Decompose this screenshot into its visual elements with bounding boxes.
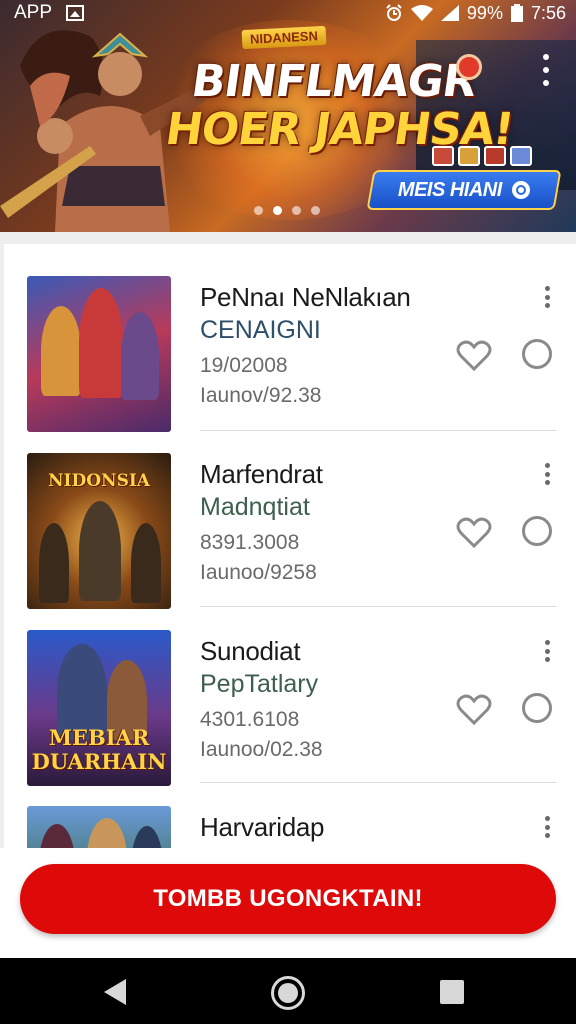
banner-overflow-menu-icon[interactable] bbox=[538, 54, 554, 86]
thumb-figure bbox=[39, 523, 69, 603]
item-title: Marfendrat bbox=[200, 459, 323, 489]
status-bar: APP 99% 7:56 bbox=[0, 0, 576, 26]
content-list[interactable]: PeNnaı NeNlakıan CENAIGNI 19/02008 Iauno… bbox=[0, 232, 576, 848]
item-meta-2: Iaunoo/9258 bbox=[200, 561, 317, 584]
item-subtitle: PepTatlary bbox=[200, 670, 319, 698]
map-pin-icon bbox=[456, 54, 482, 80]
image-notification-icon bbox=[66, 5, 85, 21]
character-thumb bbox=[510, 146, 532, 166]
list-item[interactable]: NIDONSIA Marfendrat Madnqtiat 8391.3008 … bbox=[4, 431, 576, 609]
select-circle-icon[interactable] bbox=[522, 516, 552, 546]
list-card: PeNnaı NeNlakıan CENAIGNI 19/02008 Iauno… bbox=[4, 244, 576, 848]
item-more-icon[interactable] bbox=[542, 286, 552, 308]
cell-signal-icon bbox=[440, 5, 459, 21]
search-icon bbox=[511, 181, 530, 199]
thumb-figure bbox=[87, 818, 127, 848]
carousel-dot[interactable] bbox=[311, 206, 320, 215]
item-thumbnail[interactable] bbox=[27, 806, 171, 848]
banner-cta-label: MEIS HIANI bbox=[398, 178, 502, 201]
status-app-label: APP bbox=[14, 2, 53, 23]
item-more-icon[interactable] bbox=[542, 816, 552, 838]
item-thumbnail[interactable]: NIDONSIA bbox=[27, 453, 171, 609]
banner-cta-button[interactable]: MEIS HIANI bbox=[366, 170, 562, 210]
character-thumb bbox=[484, 146, 506, 166]
item-title: Sunodiat bbox=[200, 636, 301, 666]
thumbnail-title: MEBIAR DUARHAIN bbox=[31, 725, 167, 774]
list-item[interactable]: MEBIAR DUARHAIN Sunodiat PepTatlary 4301… bbox=[4, 608, 576, 786]
item-subtitle: CENAIGNI bbox=[200, 316, 321, 344]
item-more-icon[interactable] bbox=[542, 463, 552, 485]
item-title: PeNnaı NeNlakıan bbox=[200, 282, 411, 312]
home-icon[interactable] bbox=[271, 976, 305, 1010]
heart-icon[interactable] bbox=[456, 340, 492, 372]
thumb-figure bbox=[79, 288, 123, 398]
divider bbox=[200, 606, 556, 607]
item-more-icon[interactable] bbox=[542, 640, 552, 662]
select-circle-icon[interactable] bbox=[522, 339, 552, 369]
thumb-figure bbox=[121, 312, 159, 400]
carousel-dot[interactable] bbox=[292, 206, 301, 215]
select-circle-icon[interactable] bbox=[522, 693, 552, 723]
clock: 7:56 bbox=[530, 2, 566, 23]
carousel-dots[interactable] bbox=[254, 206, 320, 215]
alarm-icon bbox=[386, 4, 402, 21]
list-item[interactable]: Harvaridap bbox=[4, 784, 576, 848]
item-meta-1: 4301.6108 bbox=[200, 708, 300, 731]
item-subtitle: Madnqtiat bbox=[200, 493, 310, 521]
item-meta-1: 8391.3008 bbox=[200, 531, 300, 554]
thumb-figure bbox=[41, 306, 81, 396]
character-thumb bbox=[432, 146, 454, 166]
thumb-figure bbox=[79, 501, 121, 601]
item-thumbnail[interactable]: MEBIAR DUARHAIN bbox=[27, 630, 171, 786]
back-icon[interactable] bbox=[104, 979, 126, 1005]
wifi-icon bbox=[410, 5, 433, 21]
banner-title-line1: BINFLMAGR bbox=[188, 56, 480, 107]
item-meta-1: 19/02008 bbox=[200, 354, 288, 377]
item-title: Harvaridap bbox=[200, 812, 325, 842]
item-meta-2: Iaunov/92.38 bbox=[200, 384, 322, 407]
character-thumb bbox=[458, 146, 480, 166]
item-thumbnail[interactable] bbox=[27, 276, 171, 432]
item-meta-2: Iaunoo/02.38 bbox=[200, 738, 323, 761]
list-item[interactable]: PeNnaı NeNlakıan CENAIGNI 19/02008 Iauno… bbox=[4, 254, 576, 432]
carousel-dot-active[interactable] bbox=[273, 206, 282, 215]
heart-icon[interactable] bbox=[456, 694, 492, 726]
thumbnail-title: NIDONSIA bbox=[48, 471, 150, 491]
carousel-dot[interactable] bbox=[254, 206, 263, 215]
primary-action-label: TOMBB UGONGKTAIN! bbox=[153, 885, 423, 912]
battery-percent: 99% bbox=[466, 2, 503, 23]
thumb-figure bbox=[131, 826, 163, 848]
primary-action-button[interactable]: TOMBB UGONGKTAIN! bbox=[20, 864, 556, 934]
promo-banner[interactable]: NIDANESN BINFLMAGR HOER JAPHSA! MEIS HIA… bbox=[0, 0, 576, 232]
thumb-figure bbox=[131, 523, 161, 603]
banner-character-thumbs bbox=[432, 146, 532, 166]
thumb-figure bbox=[39, 824, 75, 848]
recent-apps-icon[interactable] bbox=[440, 980, 464, 1004]
heart-icon[interactable] bbox=[456, 517, 492, 549]
battery-icon bbox=[510, 4, 523, 22]
divider bbox=[200, 782, 556, 783]
